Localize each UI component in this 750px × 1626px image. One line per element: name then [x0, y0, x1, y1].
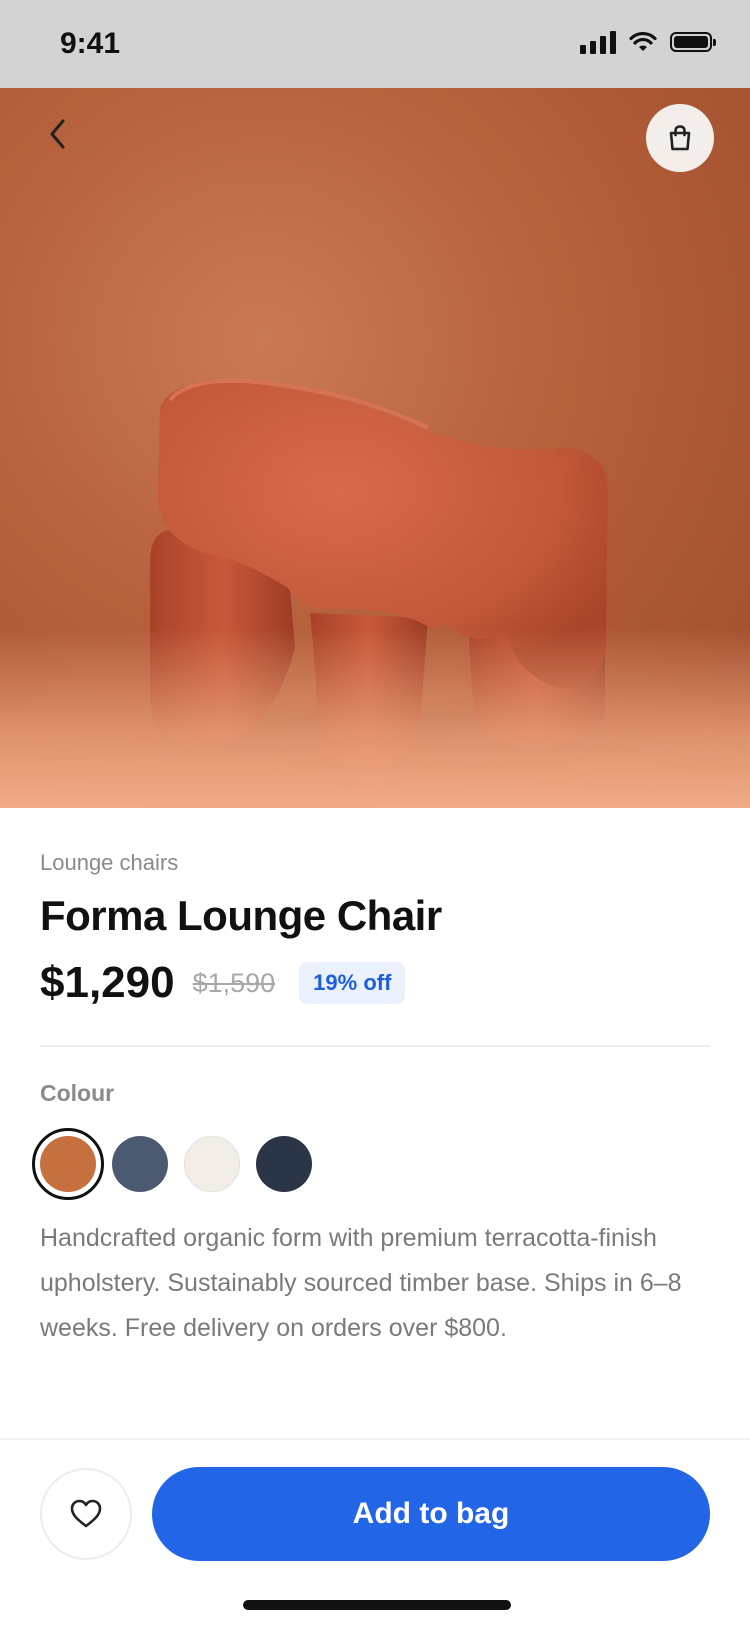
product-title: Forma Lounge Chair — [40, 892, 442, 939]
battery-icon — [670, 32, 716, 52]
swatch-color — [184, 1136, 240, 1192]
bottom-action-bar: Add to bag — [0, 1438, 750, 1626]
shopping-bag-button[interactable] — [646, 104, 714, 172]
hero-floor-gradient — [0, 628, 750, 808]
wishlist-button[interactable] — [40, 1468, 132, 1560]
colour-swatch-cream[interactable] — [176, 1128, 248, 1200]
product-category[interactable]: Lounge chairs — [40, 850, 178, 876]
chevron-left-icon — [50, 119, 65, 149]
cellular-signal-icon — [580, 30, 616, 54]
add-to-bag-button[interactable]: Add to bag — [152, 1467, 710, 1561]
shopping-bag-icon — [669, 125, 691, 151]
divider — [40, 1045, 710, 1047]
status-time: 9:41 — [60, 27, 121, 60]
home-indicator — [243, 1600, 511, 1610]
current-price: $1,290 — [40, 958, 175, 1007]
colour-swatch-slate[interactable] — [104, 1128, 176, 1200]
status-bar: 9:41 — [0, 0, 750, 88]
heart-icon — [70, 1499, 102, 1528]
back-button[interactable] — [32, 108, 84, 160]
discount-badge: 19% off — [299, 962, 406, 1004]
wifi-icon — [629, 31, 657, 51]
colour-swatches — [32, 1128, 320, 1200]
swatch-color — [112, 1136, 168, 1192]
swatch-color — [256, 1136, 312, 1192]
product-image — [0, 88, 750, 808]
price-row: $1,290 $1,590 19% off — [40, 958, 406, 1008]
product-description: Handcrafted organic form with premium te… — [40, 1224, 682, 1342]
colour-swatch-terracotta[interactable] — [32, 1128, 104, 1200]
status-icons — [580, 30, 716, 54]
colour-label: Colour — [40, 1080, 115, 1106]
original-price: $1,590 — [192, 967, 276, 998]
swatch-color — [40, 1136, 96, 1192]
colour-swatch-navy[interactable] — [248, 1128, 320, 1200]
